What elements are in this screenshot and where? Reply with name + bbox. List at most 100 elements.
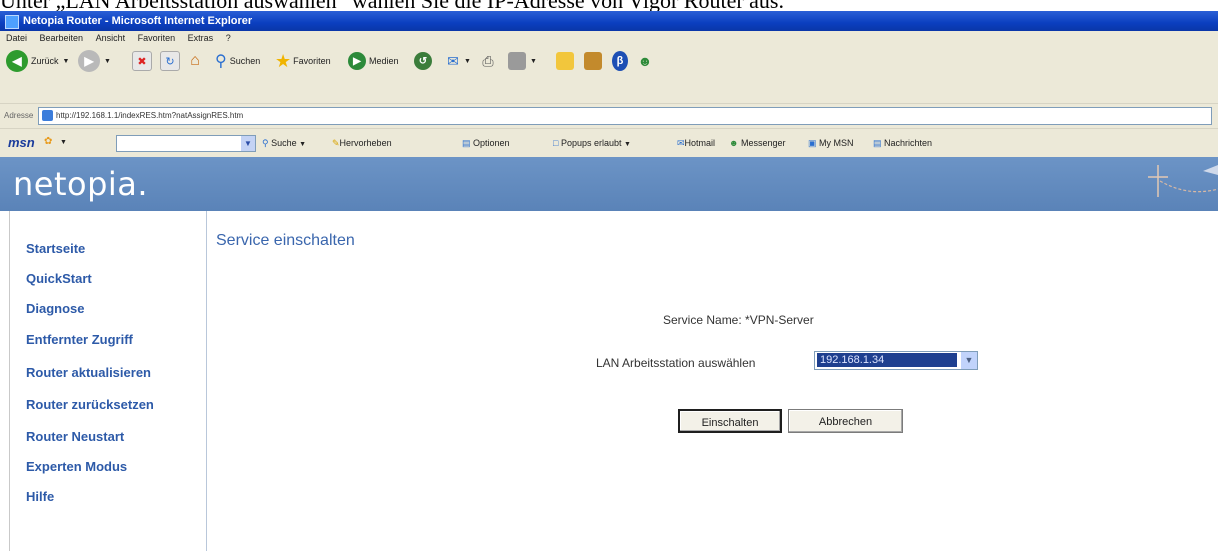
forward-button[interactable]: ▶ ▼ <box>78 47 111 75</box>
msn-search-label: Suche <box>271 138 297 148</box>
mail-icon: ✉ <box>677 138 685 148</box>
menu-datei[interactable]: Datei <box>6 33 27 43</box>
home-icon: ⌂ <box>190 52 200 69</box>
msn-mymsn-button[interactable]: ▣ My MSN <box>808 138 854 149</box>
print-button[interactable]: ⎙ <box>479 47 497 75</box>
search-button[interactable]: ⚲ Suchen <box>215 47 260 75</box>
research-button[interactable] <box>584 47 602 75</box>
nav-sidebar: Startseite QuickStart Diagnose Entfernte… <box>10 211 207 551</box>
dropdown-arrow-icon: ▼ <box>530 57 537 65</box>
media-button[interactable]: ▶ Medien <box>348 47 399 75</box>
search-icon: ⚲ <box>215 53 227 70</box>
banner-decoration-icon <box>1148 165 1218 197</box>
msn-messenger-button[interactable]: ☻ Messenger <box>729 138 786 148</box>
selected-ip-value: 192.168.1.34 <box>817 353 957 367</box>
star-icon: ★ <box>275 50 292 71</box>
dropdown-arrow-icon[interactable]: ▼ <box>60 139 67 146</box>
edit-button[interactable]: ▼ <box>508 47 537 75</box>
nav-entfernter-zugriff[interactable]: Entfernter Zugriff <box>26 332 133 347</box>
news-icon: ▤ <box>873 138 882 148</box>
folder-button[interactable] <box>556 47 574 75</box>
enable-button[interactable]: Einschalten <box>678 409 782 433</box>
nav-startseite[interactable]: Startseite <box>26 241 85 256</box>
lan-workstation-select[interactable]: 192.168.1.34 ▼ <box>814 351 978 370</box>
msn-hotmail-button[interactable]: ✉Hotmail <box>677 138 715 149</box>
messenger-icon: ☻ <box>729 138 739 148</box>
netopia-banner: netopia. <box>0 157 1218 211</box>
chevron-down-icon[interactable]: ▼ <box>241 136 255 151</box>
bluetooth-button[interactable]: β <box>612 47 628 75</box>
service-name-text: Service Name: *VPN-Server <box>663 313 814 327</box>
dropdown-arrow-icon: ▼ <box>104 57 111 65</box>
msn-highlight-button[interactable]: ✎Hervorheben <box>332 138 392 149</box>
mail-icon: ✉ <box>447 52 459 69</box>
favorites-button[interactable]: ★ Favoriten <box>275 47 331 75</box>
document-caption: Unter „LAN Arbeitsstation auswählen“ wäh… <box>0 0 1218 11</box>
standard-toolbar: ◀ Zurück ▼ ▶ ▼ ✖ ↻ ⌂ ⚲ Suchen ★ Favorite… <box>0 45 1218 103</box>
search-icon: ⚲ <box>262 138 269 148</box>
window-titlebar: Netopia Router - Microsoft Internet Expl… <box>0 11 1218 31</box>
address-input[interactable]: http://192.168.1.1/indexRES.htm?natAssig… <box>38 107 1212 125</box>
msn-butterfly-icon: ✿ <box>44 136 53 147</box>
menu-ansicht[interactable]: Ansicht <box>96 33 126 43</box>
dropdown-arrow-icon: ▼ <box>299 141 307 148</box>
msn-highlight-label: Hervorheben <box>339 138 392 148</box>
edit-icon <box>508 52 526 70</box>
nav-experten-modus[interactable]: Experten Modus <box>26 459 127 474</box>
msn-logo[interactable]: msn <box>8 135 35 150</box>
refresh-button[interactable]: ↻ <box>160 47 180 75</box>
history-button[interactable]: ↺ <box>414 47 432 75</box>
favorites-label: Favoriten <box>293 56 331 66</box>
nav-hilfe[interactable]: Hilfe <box>26 489 54 504</box>
nav-router-neustart[interactable]: Router Neustart <box>26 429 124 444</box>
nav-router-zuruecksetzen[interactable]: Router zurücksetzen <box>26 397 154 412</box>
msn-search-button[interactable]: ⚲ Suche ▼ <box>262 138 306 149</box>
nav-router-aktualisieren[interactable]: Router aktualisieren <box>26 365 151 380</box>
msn-search-input[interactable]: ▼ <box>116 135 256 152</box>
search-label: Suchen <box>229 56 261 66</box>
page-icon <box>42 110 53 121</box>
page-title: Service einschalten <box>216 232 355 249</box>
ie-app-icon <box>5 15 19 29</box>
stop-button[interactable]: ✖ <box>132 47 152 75</box>
chevron-down-icon[interactable]: ▼ <box>961 352 977 369</box>
mymsn-icon: ▣ <box>808 138 817 148</box>
menu-bearbeiten[interactable]: Bearbeiten <box>40 33 84 43</box>
bluetooth-icon: β <box>612 51 628 71</box>
msn-popups-button[interactable]: □ Popups erlaubt ▼ <box>553 138 631 148</box>
media-label: Medien <box>369 56 399 66</box>
msn-messenger-label: Messenger <box>741 138 786 148</box>
lan-workstation-label: LAN Arbeitsstation auswählen <box>596 356 756 370</box>
msn-hotmail-label: Hotmail <box>684 138 716 148</box>
home-button[interactable]: ⌂ <box>186 47 204 75</box>
address-label: Adresse <box>4 111 34 120</box>
menu-bar: Datei Bearbeiten Ansicht Favoriten Extra… <box>0 31 1218 46</box>
mail-button[interactable]: ✉ ▼ <box>444 47 471 75</box>
dropdown-arrow-icon: ▼ <box>464 57 471 65</box>
msn-news-label: Nachrichten <box>884 138 933 148</box>
media-icon: ▶ <box>348 52 366 70</box>
address-bar: Adresse http://192.168.1.1/indexRES.htm?… <box>0 103 1218 128</box>
cancel-button[interactable]: Abbrechen <box>788 409 903 433</box>
menu-favoriten[interactable]: Favoriten <box>138 33 176 43</box>
nav-diagnose[interactable]: Diagnose <box>26 301 85 316</box>
nav-quickstart[interactable]: QuickStart <box>26 271 92 286</box>
dropdown-arrow-icon: ▼ <box>624 141 631 148</box>
forward-arrow-icon: ▶ <box>78 50 100 72</box>
messenger-icon: ☻ <box>637 53 653 69</box>
back-label: Zurück <box>31 56 59 66</box>
folder-icon <box>556 52 574 70</box>
dropdown-arrow-icon: ▼ <box>62 57 70 65</box>
back-button[interactable]: ◀ Zurück ▼ <box>6 47 69 75</box>
msn-mymsn-label: My MSN <box>819 138 854 148</box>
back-arrow-icon: ◀ <box>6 50 28 72</box>
msn-toolbar: msn ✿ ▼ ▼ ⚲ Suche ▼ ✎Hervorheben ▤ Optio… <box>0 128 1218 158</box>
netopia-logo: netopia. <box>13 165 149 203</box>
print-icon: ⎙ <box>482 52 494 69</box>
menu-extras[interactable]: Extras <box>188 33 214 43</box>
refresh-icon: ↻ <box>160 51 180 71</box>
messenger-button[interactable]: ☻ <box>636 47 654 75</box>
msn-news-button[interactable]: ▤ Nachrichten <box>873 138 932 149</box>
msn-options-button[interactable]: ▤ Optionen <box>462 138 510 149</box>
menu-help[interactable]: ? <box>226 33 231 43</box>
